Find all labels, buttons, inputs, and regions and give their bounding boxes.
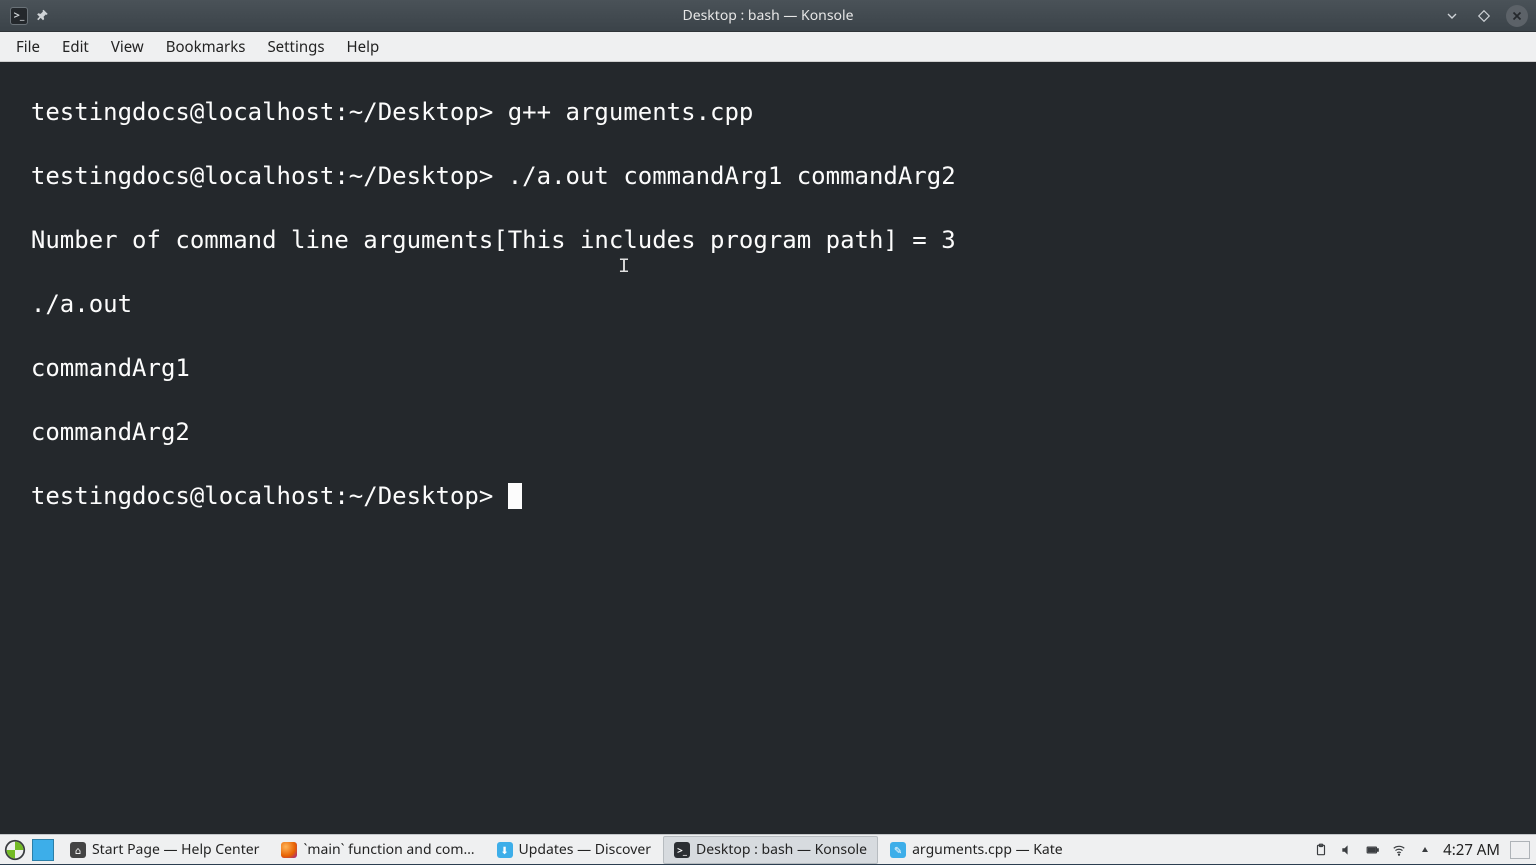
menu-help[interactable]: Help [337,33,390,61]
discover-icon: ⬇ [497,842,513,858]
terminal-line: commandArg1 [31,354,190,382]
application-launcher[interactable] [0,835,30,865]
menu-bookmarks[interactable]: Bookmarks [156,33,256,61]
menubar: File Edit View Bookmarks Settings Help [0,32,1536,62]
menu-view[interactable]: View [101,33,154,61]
menu-edit[interactable]: Edit [52,33,99,61]
minimize-button[interactable] [1442,6,1462,26]
task-kate[interactable]: ✎ arguments.cpp — Kate [880,836,1073,864]
virtual-desktop-pager[interactable] [32,839,54,861]
maximize-button[interactable] [1474,6,1494,26]
task-list: ⌂ Start Page — Help Center `main` functi… [60,835,1303,864]
window-title: Desktop : bash — Konsole [0,6,1536,25]
task-help-center[interactable]: ⌂ Start Page — Help Center [60,836,269,864]
task-discover[interactable]: ⬇ Updates — Discover [487,836,661,864]
terminal-line: commandArg2 [31,418,190,446]
pin-icon[interactable] [36,8,52,24]
task-konsole[interactable]: >_ Desktop : bash — Konsole [663,836,878,864]
tray-expand-icon[interactable] [1417,842,1433,858]
terminal-line: testingdocs@localhost:~/Desktop> ./a.out… [31,162,956,190]
network-icon[interactable] [1391,842,1407,858]
terminal-line: Number of command line arguments[This in… [31,226,956,254]
task-label: Start Page — Help Center [92,840,259,859]
clipboard-icon[interactable] [1313,842,1329,858]
volume-icon[interactable] [1339,842,1355,858]
show-desktop-button[interactable] [1510,841,1530,859]
window-titlebar: >_ Desktop : bash — Konsole [0,0,1536,32]
task-firefox[interactable]: `main` function and com… [271,836,484,864]
mouse-ibeam-cursor: I [618,252,630,284]
clock[interactable]: 4:27 AM [1443,840,1510,860]
terminal-line: testingdocs@localhost:~/Desktop> g++ arg… [31,98,753,126]
menu-file[interactable]: File [6,33,50,61]
kate-icon: ✎ [890,842,906,858]
task-label: Desktop : bash — Konsole [696,840,867,859]
task-panel: ⌂ Start Page — Help Center `main` functi… [0,834,1536,864]
system-tray [1303,835,1443,864]
terminal-prompt: testingdocs@localhost:~/Desktop> [31,482,508,510]
firefox-icon [281,842,297,858]
task-label: arguments.cpp — Kate [912,840,1063,859]
menu-settings[interactable]: Settings [257,33,334,61]
terminal-line: ./a.out [31,290,132,318]
task-label: `main` function and com… [303,840,474,859]
terminal[interactable]: testingdocs@localhost:~/Desktop> g++ arg… [0,62,1536,834]
close-button[interactable] [1506,5,1528,27]
battery-icon[interactable] [1365,842,1381,858]
help-icon: ⌂ [70,842,86,858]
konsole-icon: >_ [674,842,690,858]
app-icon: >_ [10,7,28,25]
cursor-block [508,483,522,509]
task-label: Updates — Discover [519,840,651,859]
